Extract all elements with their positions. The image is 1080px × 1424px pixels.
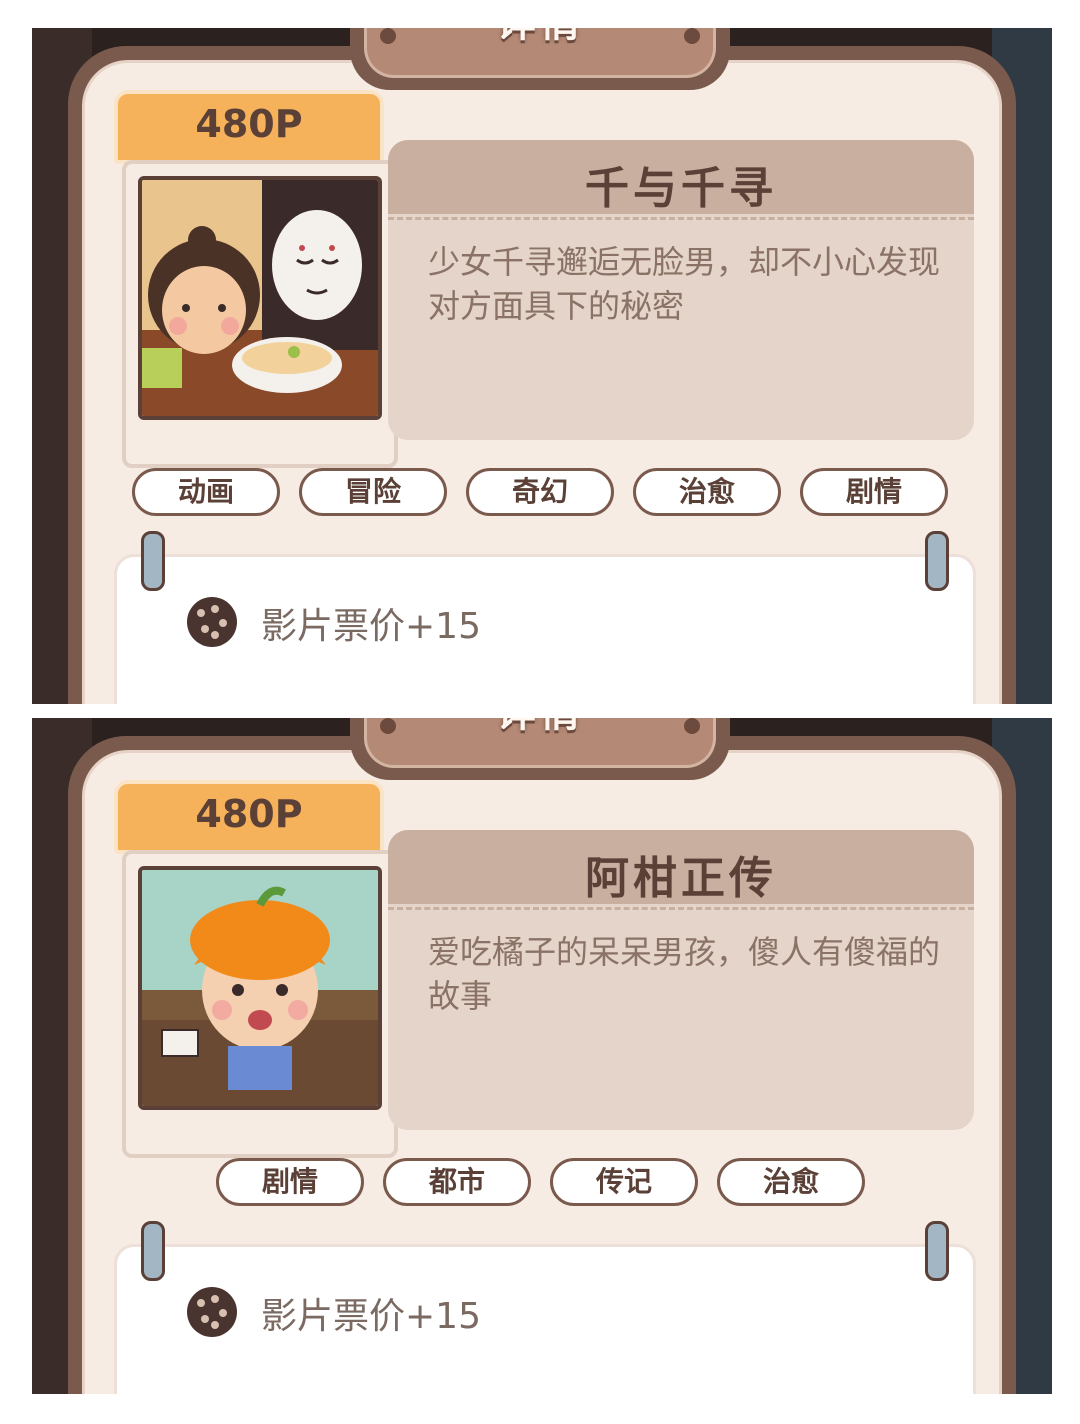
spirited-away-poster-icon [138,176,382,420]
poster-frame [122,160,398,468]
bonus-card: 影片票价+15 [114,531,976,704]
genre-tags: 动画 冒险 奇幻 治愈 剧情 [132,468,992,516]
movie-description: 少女千寻邂逅无脸男，却不小心发现对方面具下的秘密 [428,243,941,325]
info-box: 千与千寻 少女千寻邂逅无脸男，却不小心发现对方面具下的秘密 [388,140,974,440]
header-tab: 详情 [350,718,730,780]
genre-tag: 都市 [383,1158,531,1206]
pin-icon [925,1221,949,1281]
price-label: 480P [195,102,303,146]
price-tag: 480P [114,90,384,164]
cookie-icon [187,597,237,647]
genre-tag: 剧情 [216,1158,364,1206]
cookie-icon [187,1287,237,1337]
genre-tag: 治愈 [717,1158,865,1206]
movie-title: 阿柑正传 [585,853,777,904]
genre-tag: 剧情 [800,468,948,516]
pin-icon [141,1221,165,1281]
pin-icon [925,531,949,591]
pin-icon [141,531,165,591]
genre-tag: 传记 [550,1158,698,1206]
ticket-bonus-text: 影片票价+15 [261,1296,481,1337]
header-title: 详情 [350,718,730,738]
detail-panel-1: 详情 480P [32,28,1052,704]
ticket-bonus-text: 影片票价+15 [261,606,481,647]
genre-tag: 冒险 [299,468,447,516]
bonus-card: 影片票价+15 [114,1221,976,1394]
poster-frame [122,850,398,1158]
header-tab: 详情 [350,28,730,90]
orange-boy-poster-icon [138,866,382,1110]
movie-description: 爱吃橘子的呆呆男孩，傻人有傻福的故事 [428,933,941,1015]
detail-panel-2: 详情 480P 阿柑正传 [32,718,1052,1394]
genre-tag: 奇幻 [466,468,614,516]
price-label: 480P [195,792,303,836]
price-tag: 480P [114,780,384,854]
info-box: 阿柑正传 爱吃橘子的呆呆男孩，傻人有傻福的故事 [388,830,974,1130]
genre-tag: 治愈 [633,468,781,516]
genre-tag: 动画 [132,468,280,516]
genre-tags: 剧情 都市 传记 治愈 [132,1158,992,1206]
movie-title: 千与千寻 [585,163,777,214]
header-title: 详情 [350,28,730,48]
